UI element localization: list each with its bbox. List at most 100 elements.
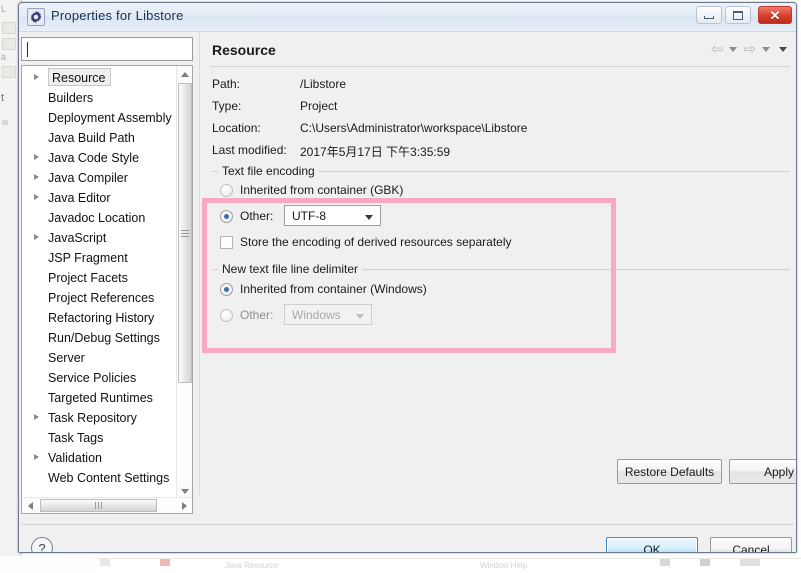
tree-item-label: Server	[48, 351, 85, 365]
tree-item-label: Web Content Settings	[48, 471, 170, 485]
scroll-up-button[interactable]	[177, 66, 192, 82]
delimiter-inherited-radio[interactable]	[220, 283, 233, 296]
tree-item-label: Java Code Style	[48, 151, 140, 165]
tree-item-run-debug-settings[interactable]: Run/Debug Settings	[22, 328, 174, 348]
encoding-combo-value: UTF-8	[292, 209, 326, 223]
tree-item-resource[interactable]: Resource	[22, 68, 174, 88]
back-dropdown-icon[interactable]	[729, 47, 738, 52]
background-text-2: a	[1, 52, 7, 62]
tree-item-label: JavaScript	[48, 231, 107, 245]
restore-defaults-button[interactable]: Restore Defaults	[617, 459, 722, 484]
tree-item-builders[interactable]: Builders	[22, 88, 174, 108]
text-cursor-icon	[27, 42, 28, 57]
expand-arrow-icon[interactable]	[34, 154, 39, 160]
expand-arrow-icon[interactable]	[34, 194, 39, 200]
dialog-title: Properties for Libstore	[51, 8, 184, 23]
tree-item-task-repository[interactable]: Task Repository	[22, 408, 174, 428]
tree-item-java-editor[interactable]: Java Editor	[22, 188, 174, 208]
path-value: /Libstore	[300, 77, 347, 91]
scroll-grip-icon	[94, 502, 103, 509]
back-arrow-icon[interactable]: ⇦	[711, 42, 724, 57]
scroll-right-button[interactable]	[176, 498, 192, 513]
last-modified-value: 2017年5月17日 下午3:35:59	[300, 145, 451, 159]
tree-item-label: JSP Fragment	[48, 251, 128, 265]
chevron-down-icon	[356, 314, 364, 319]
tree-item-project-facets[interactable]: Project Facets	[22, 268, 174, 288]
close-button[interactable]: ✕	[758, 6, 792, 24]
settings-tree[interactable]: Resource Builders Deployment Assembly Java …	[21, 65, 193, 514]
forward-arrow-icon[interactable]: ⇨	[743, 42, 756, 57]
encoding-other-label: Other:	[240, 209, 274, 223]
expand-arrow-icon[interactable]	[34, 234, 39, 240]
tree-item-jsp-fragment[interactable]: JSP Fragment	[22, 248, 174, 268]
help-button[interactable]: ?	[31, 537, 53, 552]
expand-arrow-icon[interactable]	[34, 414, 39, 420]
tree-item-label: Deployment Assembly	[48, 111, 172, 125]
tree-item-targeted-runtimes[interactable]: Targeted Runtimes	[22, 388, 174, 408]
tree-item-project-references[interactable]: Project References	[22, 288, 174, 308]
type-value: Project	[300, 99, 338, 113]
chevron-right-icon	[181, 501, 187, 510]
tree-item-label: Targeted Runtimes	[48, 391, 153, 405]
background-bottom-icon-5	[740, 559, 760, 566]
forward-dropdown-icon[interactable]	[762, 47, 770, 52]
background-icon-1	[2, 22, 16, 34]
chevron-left-icon	[27, 501, 33, 510]
tree-item-label: Run/Debug Settings	[48, 331, 160, 345]
last-modified-label: Last modified:	[212, 143, 287, 157]
encoding-inherited-label: Inherited from container (GBK)	[240, 183, 404, 197]
tree-item-label: Javadoc Location	[48, 211, 146, 225]
ok-label: OK	[643, 543, 661, 553]
cancel-button[interactable]: Cancel	[710, 537, 792, 552]
filter-input[interactable]	[21, 37, 193, 61]
maximize-icon	[733, 10, 743, 20]
tree-item-deployment-assembly[interactable]: Deployment Assembly	[22, 108, 174, 128]
vertical-scroll-thumb[interactable]	[178, 83, 192, 383]
tree-item-javascript[interactable]: JavaScript	[22, 228, 174, 248]
expand-arrow-icon[interactable]	[34, 174, 39, 180]
maximize-button[interactable]	[725, 6, 751, 24]
tree-item-java-build-path[interactable]: Java Build Path	[22, 128, 174, 148]
encoding-other-radio[interactable]	[220, 210, 233, 223]
background-icon-2	[2, 38, 16, 50]
chevron-down-icon[interactable]	[779, 47, 787, 52]
horizontal-scroll-thumb[interactable]	[40, 499, 157, 512]
tree-item-javadoc-location[interactable]: Javadoc Location	[22, 208, 174, 228]
tree-item-task-tags[interactable]: Task Tags	[22, 428, 174, 448]
dialog-footer: ? OK Cancel	[19, 525, 796, 553]
apply-label: Apply	[763, 464, 795, 479]
tree-horizontal-scrollbar[interactable]	[22, 497, 192, 513]
scroll-left-button[interactable]	[22, 498, 38, 513]
delimiter-other-label: Other:	[240, 308, 274, 322]
tree-item-server[interactable]: Server	[22, 348, 174, 368]
encoding-inherited-radio[interactable]	[220, 184, 233, 197]
scroll-grip-icon	[181, 228, 189, 239]
tree-item-label: Java Build Path	[48, 131, 135, 145]
tree-item-refactoring-history[interactable]: Refactoring History	[22, 308, 174, 328]
delimiter-other-radio[interactable]	[220, 309, 233, 322]
tree-item-service-policies[interactable]: Service Policies	[22, 368, 174, 388]
page-navigation: ⇦ ⇨	[711, 42, 790, 57]
settings-tree-list: Resource Builders Deployment Assembly Java …	[22, 68, 174, 488]
tree-item-java-compiler[interactable]: Java Compiler	[22, 168, 174, 188]
tree-item-web-content-settings[interactable]: Web Content Settings	[22, 468, 174, 488]
dialog-title-bar[interactable]: Properties for Libstore ✕	[19, 3, 796, 32]
tree-vertical-scrollbar[interactable]	[176, 66, 192, 499]
store-encoding-checkbox[interactable]	[220, 236, 233, 249]
apply-button[interactable]: Apply	[729, 459, 796, 484]
restore-defaults-label: Restore Defaults	[624, 464, 715, 479]
expand-arrow-icon[interactable]	[34, 74, 39, 80]
background-text-1: L	[1, 4, 7, 14]
chevron-down-icon	[365, 215, 373, 220]
close-icon: ✕	[769, 7, 781, 23]
tree-item-label: Project References	[48, 291, 155, 305]
background-text-3: t	[1, 92, 5, 104]
resource-page: Resource ⇦ ⇨ Path: /Libstore Type: Proje…	[199, 32, 796, 495]
minimize-button[interactable]	[696, 6, 722, 24]
expand-arrow-icon[interactable]	[34, 454, 39, 460]
delimiter-combo: Windows	[284, 304, 372, 325]
tree-item-validation[interactable]: Validation	[22, 448, 174, 468]
ok-button[interactable]: OK	[606, 537, 698, 553]
tree-item-java-code-style[interactable]: Java Code Style	[22, 148, 174, 168]
encoding-combo[interactable]: UTF-8	[284, 205, 381, 226]
